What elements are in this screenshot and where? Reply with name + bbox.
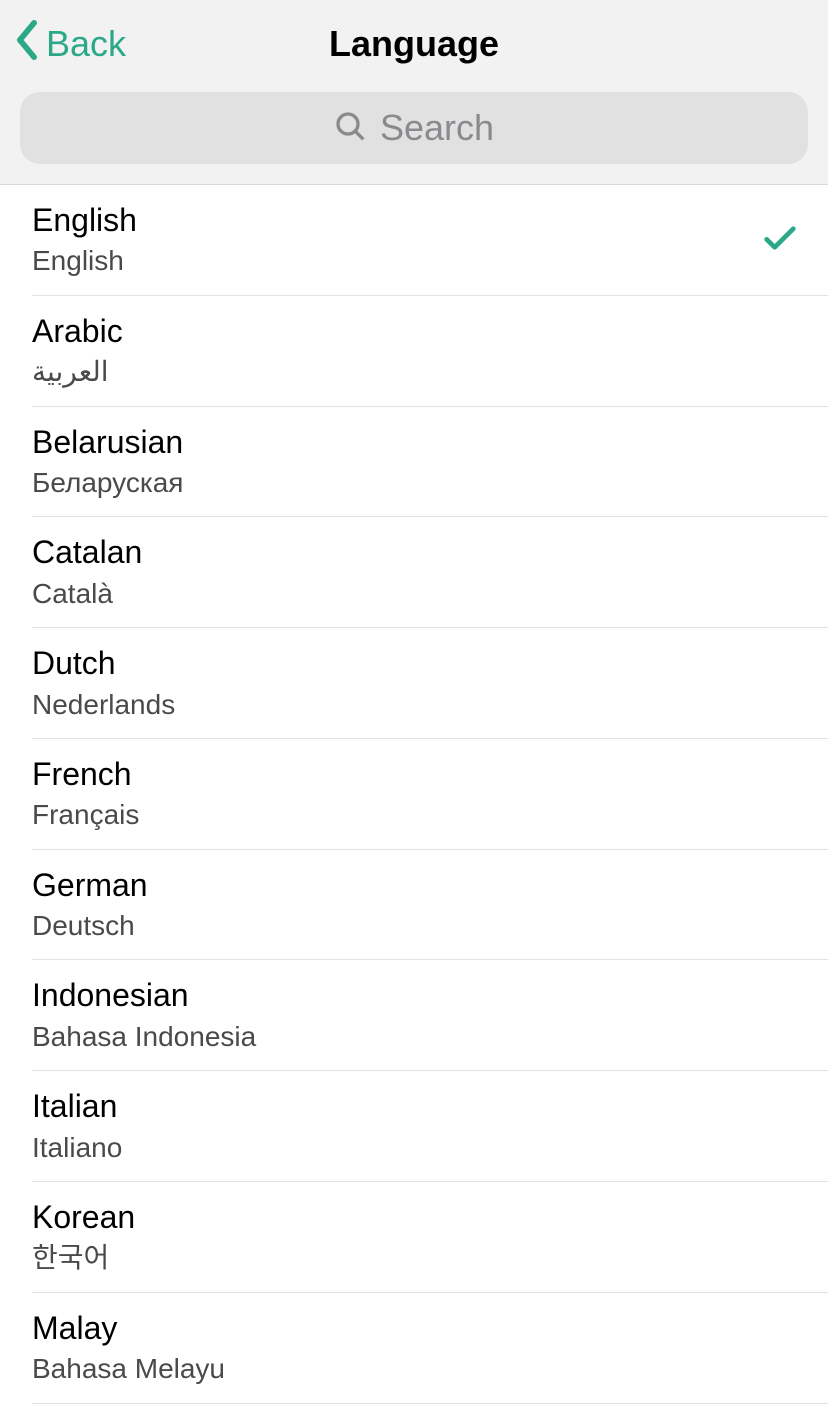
language-name: German <box>32 866 148 904</box>
search-wrapper: Search <box>0 92 828 164</box>
language-name: Arabic <box>32 312 123 350</box>
language-item-text: Indonesian Bahasa Indonesia <box>32 976 256 1055</box>
language-native-name: Deutsch <box>32 908 148 944</box>
language-name: Korean <box>32 1198 135 1236</box>
language-item-text: French Français <box>32 755 139 834</box>
back-label: Back <box>46 23 126 65</box>
language-native-name: العربية <box>32 354 123 390</box>
language-item-text: Italian Italiano <box>32 1087 122 1166</box>
language-native-name: 한국어 <box>32 1240 135 1276</box>
language-item[interactable]: Belarusian Беларуская <box>0 407 828 518</box>
language-item[interactable]: English English <box>0 185 828 296</box>
chevron-left-icon <box>14 20 40 69</box>
language-name: Malay <box>32 1309 225 1347</box>
language-item[interactable]: Catalan Català <box>0 517 828 628</box>
search-icon <box>334 110 366 147</box>
back-button[interactable]: Back <box>14 20 126 69</box>
language-name: Belarusian <box>32 423 183 461</box>
nav-bar: Back Language <box>0 0 828 88</box>
language-item-text: Korean 한국어 <box>32 1198 135 1277</box>
header: Back Language Search <box>0 0 828 185</box>
language-name: English <box>32 201 137 239</box>
language-native-name: Italiano <box>32 1130 122 1166</box>
language-native-name: Беларуская <box>32 465 183 501</box>
language-item[interactable]: Arabic العربية <box>0 296 828 407</box>
language-item-text: Dutch Nederlands <box>32 644 175 723</box>
language-item-text: Malay Bahasa Melayu <box>32 1309 225 1388</box>
language-item-text: English English <box>32 201 137 280</box>
language-native-name: Bahasa Indonesia <box>32 1019 256 1055</box>
language-native-name: English <box>32 243 137 279</box>
check-icon <box>764 224 796 257</box>
language-native-name: Français <box>32 797 139 833</box>
language-native-name: Nederlands <box>32 687 175 723</box>
language-item[interactable]: Malay Bahasa Melayu <box>0 1293 828 1404</box>
language-item[interactable]: Indonesian Bahasa Indonesia <box>0 960 828 1071</box>
search-input[interactable]: Search <box>20 92 808 164</box>
language-item[interactable]: Dutch Nederlands <box>0 628 828 739</box>
language-name: Catalan <box>32 533 142 571</box>
language-item[interactable]: Korean 한국어 <box>0 1182 828 1293</box>
language-name: Dutch <box>32 644 175 682</box>
language-item-text: Belarusian Беларуская <box>32 423 183 502</box>
language-item-text: Catalan Català <box>32 533 142 612</box>
language-list: English English Arabic العربية Belarusian Бел… <box>0 185 828 1404</box>
language-name: French <box>32 755 139 793</box>
language-name: Indonesian <box>32 976 256 1014</box>
language-item-text: German Deutsch <box>32 866 148 945</box>
language-native-name: Català <box>32 576 142 612</box>
language-item[interactable]: German Deutsch <box>0 850 828 961</box>
language-native-name: Bahasa Melayu <box>32 1351 225 1387</box>
language-item[interactable]: French Français <box>0 739 828 850</box>
language-item[interactable]: Italian Italiano <box>0 1071 828 1182</box>
search-placeholder: Search <box>380 107 494 149</box>
page-title: Language <box>329 23 499 65</box>
language-item-text: Arabic العربية <box>32 312 123 391</box>
language-name: Italian <box>32 1087 122 1125</box>
